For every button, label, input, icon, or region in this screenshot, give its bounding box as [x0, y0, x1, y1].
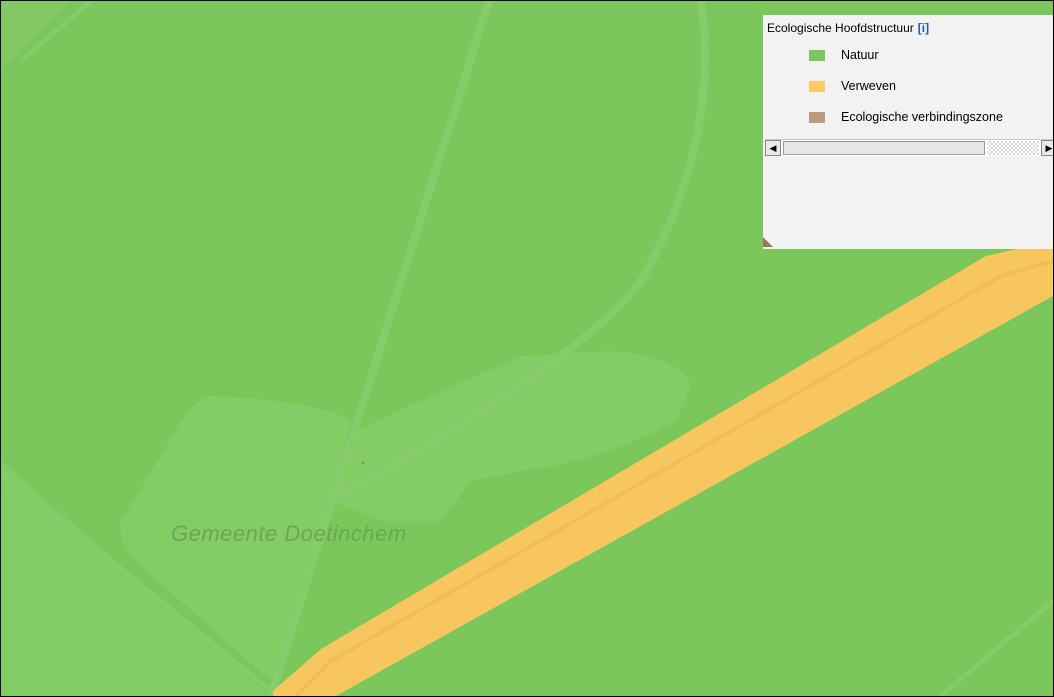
verbindingszone-swatch	[809, 111, 825, 123]
legend-item-label: Ecologische verbindingszone	[841, 110, 1003, 124]
legend-item-natuur: Natuur	[809, 46, 879, 64]
scroll-right-button[interactable]: ▶	[1041, 140, 1053, 156]
legend-corner-mark	[763, 237, 773, 247]
municipality-label: Gemeente Doetinchem	[171, 521, 407, 546]
legend-item-verweven: Verweven	[809, 77, 896, 95]
arrow-left-icon: ◀	[769, 142, 777, 153]
legend-item-label: Verweven	[841, 79, 896, 93]
legend-item-label: Natuur	[841, 48, 879, 62]
scroll-left-button[interactable]: ◀	[765, 140, 781, 156]
legend-item-verbindingszone: Ecologische verbindingszone	[809, 108, 1003, 126]
legend-horizontal-scrollbar[interactable]: ◀ ▶	[765, 139, 1053, 156]
legend-panel: Ecologische Hoofdstructuur [i] Natuur Ver…	[763, 15, 1053, 249]
map-point	[361, 461, 365, 465]
legend-title: Ecologische Hoofdstructuur [i]	[767, 21, 929, 35]
scrollbar-thumb[interactable]	[783, 141, 985, 155]
scrollbar-track[interactable]	[987, 141, 1039, 155]
natuur-swatch	[809, 49, 825, 61]
verweven-swatch	[809, 80, 825, 92]
arrow-right-icon: ▶	[1045, 142, 1053, 153]
info-link[interactable]: [i]	[918, 21, 929, 35]
map-viewport[interactable]: Gemeente Doetinchem Ecologische Hoofdstr…	[0, 0, 1054, 697]
legend-title-text: Ecologische Hoofdstructuur	[767, 21, 914, 35]
